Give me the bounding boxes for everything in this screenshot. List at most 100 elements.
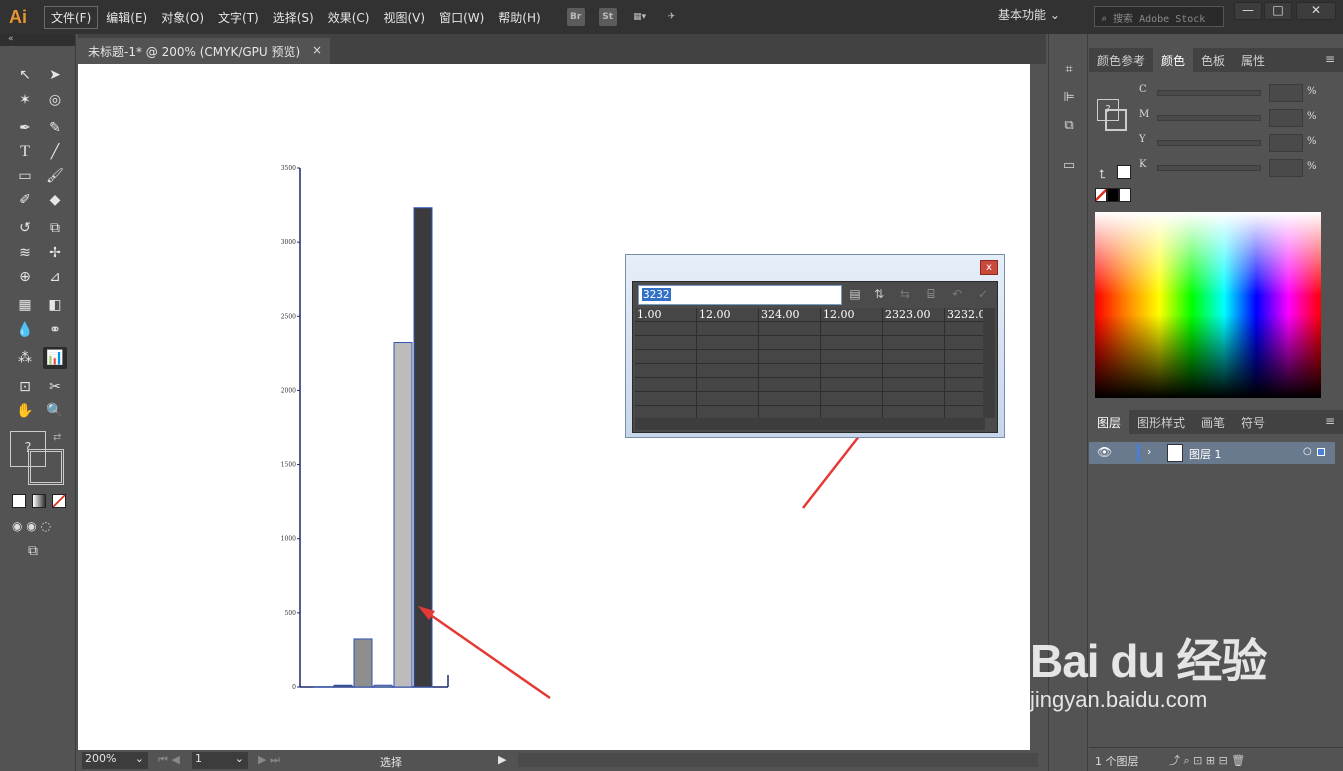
data-cell[interactable] [883,350,945,364]
color-stroke-swatch[interactable] [1105,109,1127,131]
data-cell[interactable] [945,322,985,336]
width-tool-icon[interactable]: ≋ [13,242,37,264]
curvature-tool-icon[interactable]: ✎ [43,117,67,139]
blend-tool-icon[interactable]: ⚭ [43,319,67,341]
graph-bar[interactable] [333,684,353,688]
bridge-icon[interactable]: Br [566,8,585,26]
out-of-gamut-icon[interactable]: ⮤ [1099,167,1106,182]
graph-bar[interactable] [393,342,413,688]
data-cell[interactable] [821,364,883,378]
data-cell[interactable] [635,364,697,378]
data-cell[interactable]: 2323.00 [883,308,945,322]
menu-type[interactable]: 文字(T) [212,7,265,28]
horizontal-scrollbar[interactable] [518,753,1038,767]
perspective-grid-icon[interactable]: ⊿ [43,266,67,288]
data-grid[interactable]: 1.00 12.00 324.00 12.00 2323.00 3232.0 [635,308,985,420]
panel-collapse-icon[interactable]: « [0,34,75,46]
none-swatch[interactable] [1095,188,1107,202]
black-value-field[interactable] [1269,159,1303,177]
hand-tool-icon[interactable]: ✋ [13,400,37,422]
type-tool-icon[interactable]: T [13,141,37,163]
screen-mode-icon[interactable]: ⧉ [28,543,38,559]
yellow-slider-row[interactable]: Y% [1139,134,1339,154]
data-cell[interactable] [759,350,821,364]
data-cell[interactable] [945,364,985,378]
document-tab[interactable]: 未标题-1* @ 200% (CMYK/GPU 预览) × [78,38,330,64]
maximize-button[interactable]: □ [1264,2,1292,20]
data-cell[interactable]: 3232.0 [945,308,985,322]
tab-color[interactable]: 颜色 [1153,48,1194,72]
column-graph-tool-icon[interactable]: 📊 [43,347,67,369]
gpu-performance-icon[interactable]: ✈ [663,8,681,26]
data-cell[interactable] [635,336,697,350]
data-cell[interactable] [945,336,985,350]
menu-select[interactable]: 选择(S) [267,7,320,28]
pen-tool-icon[interactable]: ✒ [13,117,37,139]
data-cell[interactable] [635,378,697,392]
tab-layers[interactable]: 图层 [1089,410,1130,434]
grid-horizontal-scrollbar[interactable] [635,418,985,430]
data-cell[interactable]: 12.00 [697,308,759,322]
rectangle-tool-icon[interactable]: ▭ [13,165,37,187]
cell-value-input[interactable]: 3232 [638,285,842,305]
magic-wand-icon[interactable]: ✶ [13,89,37,111]
close-button[interactable]: ✕ [1296,2,1336,20]
artboard-nav-prev-icon[interactable]: ⏮ ◀ [158,753,180,767]
data-cell[interactable] [883,392,945,406]
magenta-value-field[interactable] [1269,109,1303,127]
data-cell[interactable] [697,364,759,378]
cyan-slider[interactable] [1157,90,1261,96]
transform-icon[interactable]: ⌗ [1060,62,1078,80]
yellow-slider[interactable] [1157,140,1261,146]
mesh-tool-icon[interactable]: ▦ [13,294,37,316]
arrange-documents-icon[interactable]: ▦▾ [631,8,649,26]
data-cell[interactable] [821,378,883,392]
gradient-button[interactable] [32,494,46,508]
white-swatch-small[interactable] [1119,188,1131,202]
eyedropper-icon[interactable]: 💧 [13,319,37,341]
cell-style-icon[interactable]: ⌸ [923,287,939,303]
grid-vertical-scrollbar[interactable] [983,308,995,418]
eraser-icon[interactable]: ◆ [43,189,67,211]
data-cell[interactable] [883,322,945,336]
layer-footer-icons[interactable]: ⤴ ⌕ ⊡ ⊞ ⊟ 🗑 [1169,752,1245,768]
data-cell[interactable] [759,364,821,378]
data-cell[interactable] [821,350,883,364]
artboard-nav-next-icon[interactable]: ▶ ⏭ [258,753,280,767]
data-cell[interactable] [697,378,759,392]
puppet-warp-icon[interactable]: ✢ [43,242,67,264]
shape-builder-icon[interactable]: ⊕ [13,266,37,288]
target-icon[interactable]: ○ [1303,446,1312,457]
magenta-slider-row[interactable]: M% [1139,109,1339,129]
graph-bar[interactable] [373,684,393,688]
zoom-select[interactable]: 200% ⌄ [82,752,148,769]
selection-indicator[interactable] [1317,448,1325,456]
data-cell[interactable] [821,392,883,406]
data-cell[interactable] [697,392,759,406]
data-cell[interactable] [759,322,821,336]
symbol-sprayer-icon[interactable]: ⁂ [13,347,37,369]
artboard-number-select[interactable]: 1 ⌄ [192,752,248,769]
data-cell[interactable] [635,350,697,364]
cyan-value-field[interactable] [1269,84,1303,102]
data-cell[interactable] [759,378,821,392]
direct-selection-tool-icon[interactable]: ➤ [43,64,67,86]
swap-fill-stroke-icon[interactable]: ⇄ [53,432,61,443]
tab-brushes[interactable]: 画笔 [1193,410,1233,434]
rotate-tool-icon[interactable]: ↺ [13,217,37,239]
magenta-slider[interactable] [1157,115,1261,121]
menu-help[interactable]: 帮助(H) [492,7,546,28]
data-cell[interactable] [883,336,945,350]
data-cell[interactable] [697,336,759,350]
tab-properties[interactable]: 属性 [1233,48,1273,72]
transpose-icon[interactable]: ⇅ [871,287,887,303]
data-cell[interactable] [945,350,985,364]
stroke-swatch[interactable] [28,449,64,485]
import-data-icon[interactable]: ▤ [847,287,863,303]
data-cell[interactable]: 12.00 [821,308,883,322]
draw-normal-icon[interactable]: ◉ ◉ ◌ [12,519,51,533]
menu-effect[interactable]: 效果(C) [322,7,376,28]
paintbrush-icon[interactable]: 🖌 [43,165,67,187]
data-cell[interactable] [821,322,883,336]
data-cell[interactable] [945,378,985,392]
